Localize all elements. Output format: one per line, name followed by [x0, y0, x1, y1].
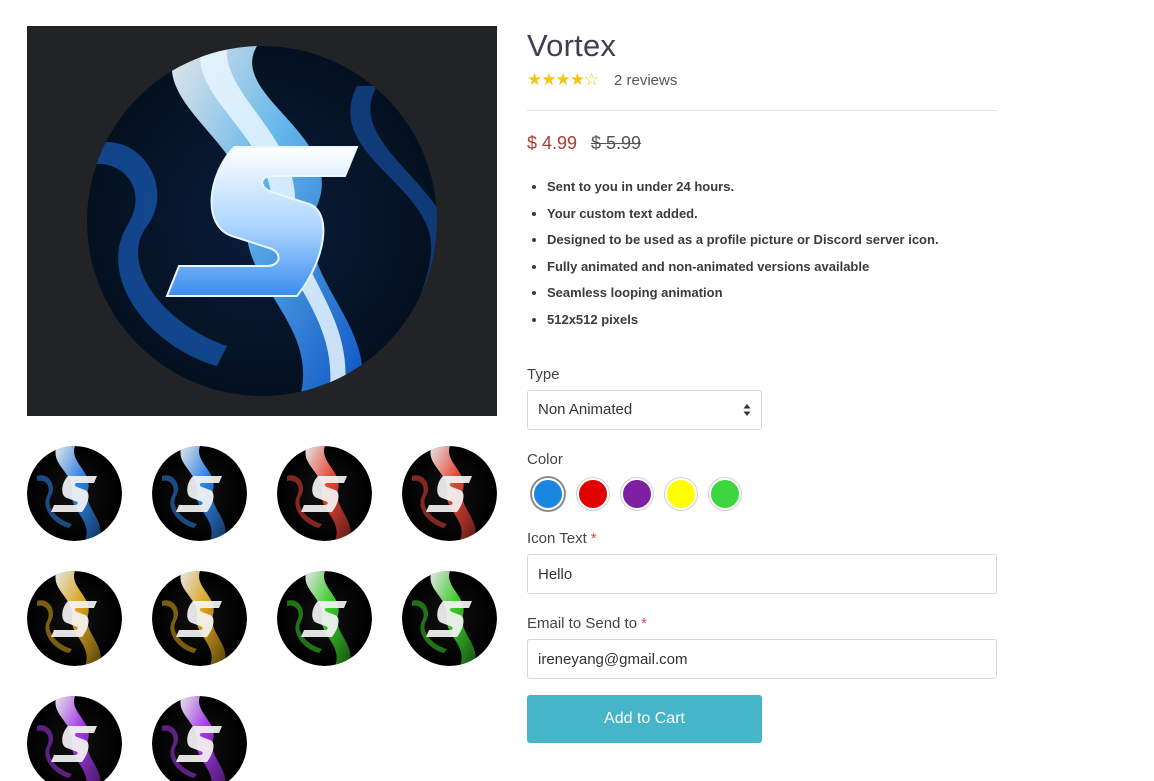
email-label: Email to Send to *: [527, 615, 647, 632]
thumbnail-red-2[interactable]: [402, 446, 497, 541]
select-arrows-icon: [743, 404, 751, 416]
vortex-thumbnail-icon: [277, 446, 372, 541]
vortex-thumbnail-icon: [27, 696, 122, 781]
required-mark: *: [590, 530, 597, 547]
icon-text-label: Icon Text *: [527, 530, 597, 547]
main-product-image[interactable]: [27, 26, 497, 416]
color-label: Color: [527, 451, 563, 468]
type-select-value: Non Animated: [538, 401, 633, 418]
thumbnail-purple-1[interactable]: [27, 696, 122, 781]
compare-price: $ 5.99: [591, 133, 642, 153]
thumbnail-blue-2[interactable]: [152, 446, 247, 541]
thumbnail-gold-1[interactable]: [27, 571, 122, 666]
list-item: Your custom text added.: [547, 205, 939, 232]
list-item: Fully animated and non-animated versions…: [547, 258, 939, 285]
divider: [527, 110, 997, 111]
thumbnail-purple-2[interactable]: [152, 696, 247, 781]
reviews-link[interactable]: 2 reviews: [614, 72, 677, 89]
vortex-thumbnail-icon: [402, 446, 497, 541]
list-item: 512x512 pixels: [547, 311, 939, 338]
thumbnail-red-1[interactable]: [277, 446, 372, 541]
type-select[interactable]: Non Animated: [527, 390, 762, 430]
vortex-thumbnail-icon: [27, 571, 122, 666]
list-item: Designed to be used as a profile picture…: [547, 231, 939, 258]
icon-text-label-text: Icon Text: [527, 530, 587, 547]
list-item: Sent to you in under 24 hours.: [547, 178, 939, 205]
vortex-thumbnail-icon: [277, 571, 372, 666]
vortex-thumbnail-icon: [402, 571, 497, 666]
color-swatch-red[interactable]: [577, 478, 609, 510]
sale-price: $ 4.99: [527, 133, 578, 153]
feature-list: Sent to you in under 24 hours. Your cust…: [547, 178, 939, 338]
required-mark: *: [641, 615, 647, 632]
email-input[interactable]: [527, 639, 997, 679]
color-swatch-green[interactable]: [709, 478, 741, 510]
icon-text-input[interactable]: [527, 554, 997, 594]
thumbnail-green-1[interactable]: [277, 571, 372, 666]
vortex-thumbnail-icon: [152, 446, 247, 541]
list-item: Seamless looping animation: [547, 284, 939, 311]
thumbnail-blue-1[interactable]: [27, 446, 122, 541]
email-label-text: Email to Send to: [527, 615, 638, 632]
product-title: Vortex: [527, 28, 617, 63]
add-to-cart-button[interactable]: Add to Cart: [527, 695, 762, 743]
color-swatch-yellow[interactable]: [665, 478, 697, 510]
type-label: Type: [527, 366, 560, 383]
rating-stars-icon[interactable]: ★★★★☆: [527, 70, 599, 90]
vortex-logo-icon: [87, 46, 437, 396]
vortex-thumbnail-icon: [152, 571, 247, 666]
thumbnail-gold-2[interactable]: [152, 571, 247, 666]
vortex-thumbnail-icon: [152, 696, 247, 781]
color-swatch-blue[interactable]: [532, 478, 564, 510]
color-swatch-purple[interactable]: [621, 478, 653, 510]
vortex-thumbnail-icon: [27, 446, 122, 541]
thumbnail-green-2[interactable]: [402, 571, 497, 666]
